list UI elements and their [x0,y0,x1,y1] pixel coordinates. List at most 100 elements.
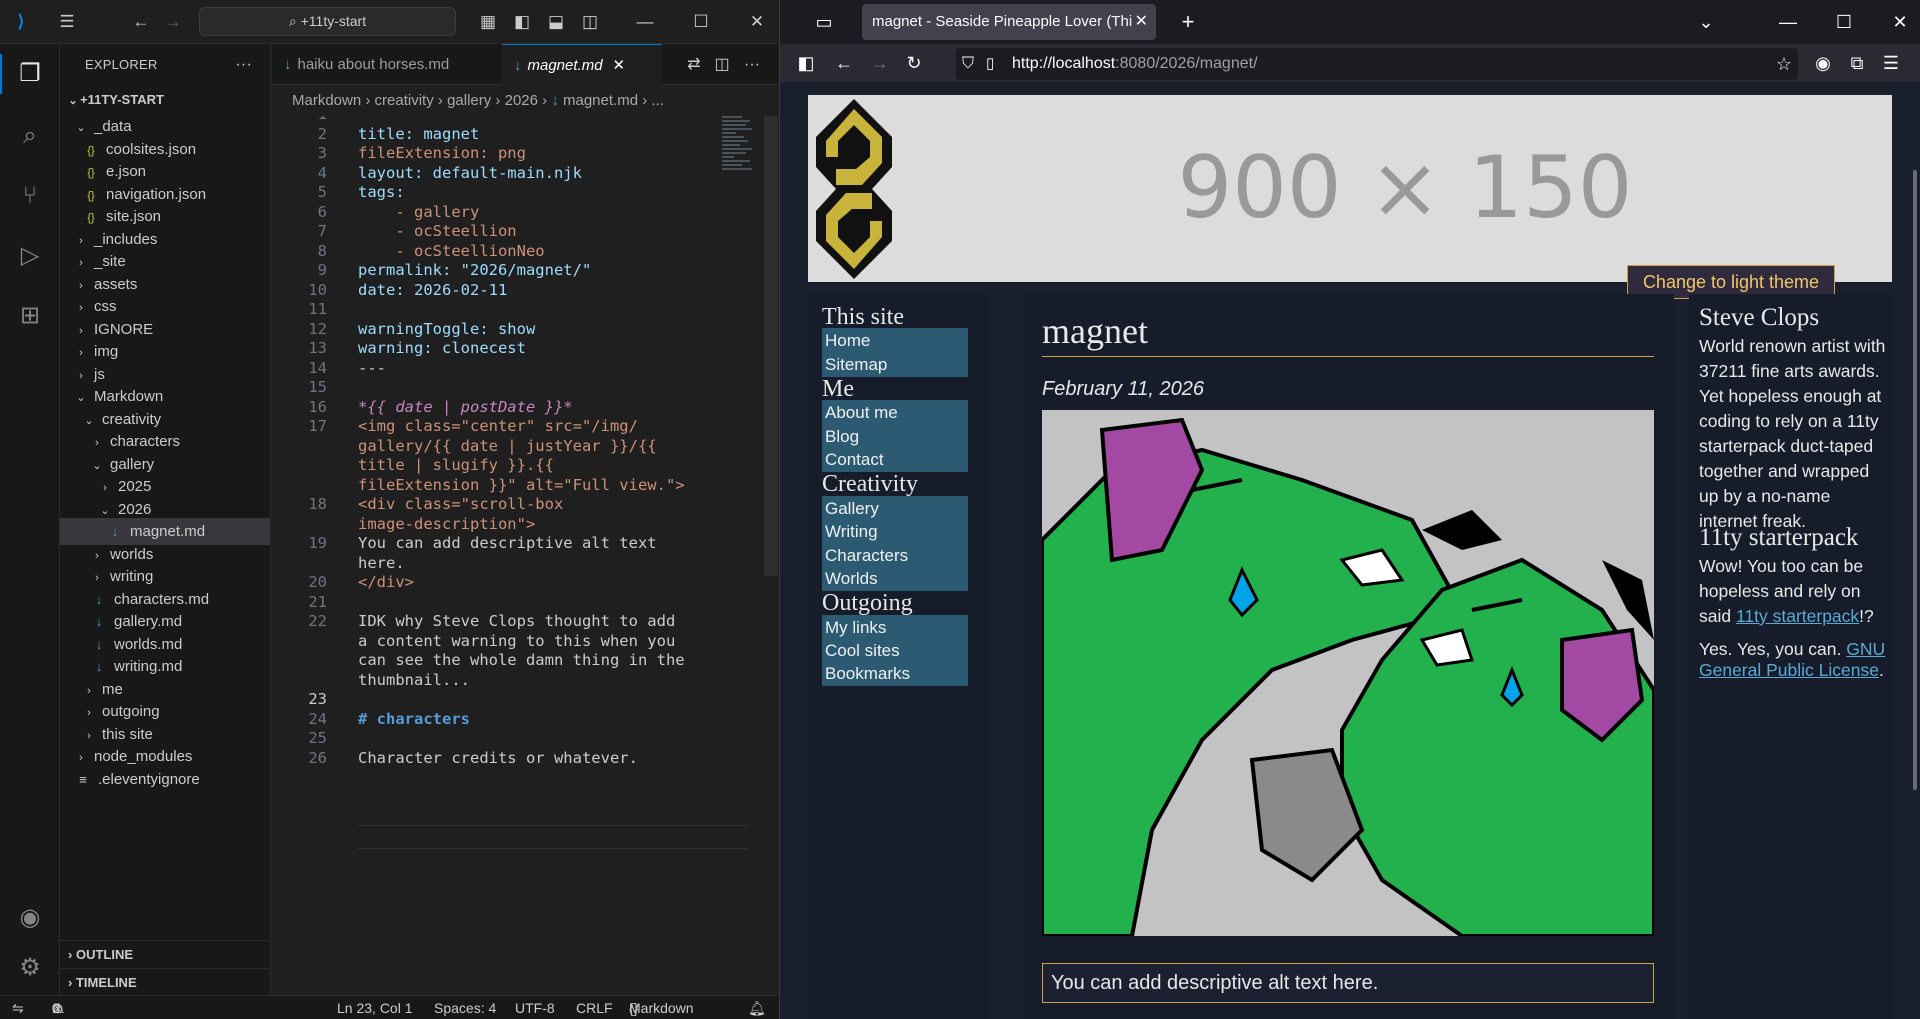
image-description-box[interactable]: You can add descriptive alt text here. [1042,963,1654,1003]
nav-link-sitemap[interactable]: Sitemap [822,352,968,377]
tree-root-folder[interactable]: ⌄ +11TY-START [60,86,270,113]
minimize-icon[interactable]: — [634,11,656,33]
close-icon[interactable]: ✕ [1888,11,1912,33]
more-actions-icon[interactable]: ··· [235,44,252,85]
tab-magnet[interactable]: ↓ magnet.md ✕ [502,44,662,85]
nav-link-home[interactable]: Home [822,328,968,353]
cursor-position[interactable]: Ln 23, Col 1 [337,996,413,1019]
sidebar-column: Steve Clops World renown artist with 372… [1689,294,1893,1019]
account-icon[interactable]: ◉ [1811,52,1835,74]
nav-link-cool-sites[interactable]: Cool sites [822,638,968,663]
split-editor-icon[interactable]: ◫ [710,54,734,76]
breadcrumb-item[interactable]: 2026 [505,92,538,109]
new-tab-icon[interactable]: + [1176,11,1200,33]
command-center-search[interactable]: ⌕ +11ty-start [199,7,456,36]
explorer-header: EXPLORER ··· [60,44,270,85]
notifications-bell-icon[interactable]: 🔔︎ [748,996,766,1019]
firefox-window: ▭ magnet - Seaside Pineapple Lover (Thi ✕… [779,0,1920,1019]
toggle-secondary-sidebar-icon[interactable]: ◫ [579,11,601,33]
extensions-icon[interactable]: ⊞ [14,300,46,332]
site-banner: 900 × 150 [808,95,1892,282]
account-icon[interactable]: ◉ [14,902,46,934]
minimap[interactable] [722,116,756,186]
sidebar-license-text: Yes. Yes, you can. GNU General Public Li… [1699,639,1886,680]
extensions-icon[interactable]: ⧉ [1845,52,1869,74]
markdown-file-icon: ↓ [514,57,522,74]
tab-haiku[interactable]: ↓ haiku about horses.md [272,44,502,85]
nav-heading: Creativity [822,471,918,497]
forward-arrow-icon[interactable]: → [162,11,184,33]
editor-scrollbar[interactable] [764,116,778,576]
nav-link-gallery[interactable]: Gallery [822,496,968,521]
nav-heading: This site [822,304,904,330]
indentation[interactable]: Spaces: 4 [434,996,496,1019]
maximize-icon[interactable]: ☐ [690,11,712,33]
toggle-sidebar-icon[interactable]: ◧ [511,11,533,33]
customize-layout-icon[interactable]: ▦ [477,11,499,33]
minimize-icon[interactable]: — [1776,11,1800,33]
line-ending[interactable]: CRLF [576,996,613,1019]
nav-link-bookmarks[interactable]: Bookmarks [822,661,968,686]
breadcrumb-item[interactable]: ... [651,92,664,109]
nav-link-about[interactable]: About me [822,400,968,425]
encoding[interactable]: UTF-8 [515,996,555,1019]
vscode-titlebar: ⟩ ☰ ← → ⌕ +11ty-start ▦ ◧ ⬓ ◫ — ☐ ✕ [0,0,778,44]
open-changes-icon[interactable]: ⇄ [682,54,706,76]
source-control-icon[interactable]: ⑂ [14,180,46,212]
nav-link-blog[interactable]: Blog [822,424,968,449]
toggle-panel-icon[interactable]: ⬓ [545,11,567,33]
sidebar-toggle-icon[interactable]: ◧ [794,52,818,74]
bookmark-star-icon[interactable]: ☆ [1776,48,1792,80]
activity-bar: ❐ ⌕ ⑂ ▷ ⊞ ◉ ⚙ [0,44,60,995]
breadcrumb-item[interactable]: gallery [447,92,491,109]
page-scrollbar[interactable] [1913,170,1917,790]
reload-icon[interactable]: ↻ [902,52,926,74]
browser-tab-active[interactable]: magnet - Seaside Pineapple Lover (Thi ✕ [862,4,1156,40]
nav-link-worlds[interactable]: Worlds [822,566,968,591]
nav-heading: Me [822,376,854,402]
back-arrow-icon[interactable]: ← [130,11,152,33]
remote-icon[interactable]: ⇋ [12,996,24,1019]
tab-overview-icon[interactable]: ▭ [812,11,836,33]
close-icon[interactable]: ✕ [746,11,768,33]
url-bar[interactable]: ⛉ ▯ http://localhost:8080/2026/magnet/ ☆ [956,48,1798,80]
status-bar: ⇋ ⊗ 0 ⚠ 0 Ln 23, Col 1 Spaces: 4 UTF-8 C… [0,995,778,1019]
nav-link-characters[interactable]: Characters [822,543,968,568]
close-tab-icon[interactable]: ✕ [613,57,626,74]
explorer-icon[interactable]: ❐ [14,58,46,90]
gallery-artwork-image[interactable] [1042,410,1654,936]
site-logo[interactable] [812,97,896,281]
site-navigation: This site Home Sitemap Me About me Blog … [808,294,988,1019]
breadcrumb-item[interactable]: Markdown [292,92,361,109]
close-tab-icon[interactable]: ✕ [1135,4,1148,40]
maximize-icon[interactable]: ☐ [1832,11,1856,33]
page-title: magnet [1042,311,1148,351]
more-actions-icon[interactable]: ··· [740,54,764,76]
run-debug-icon[interactable]: ▷ [14,240,46,272]
tree-item[interactable]: ≡ .eleventyignore [60,766,270,793]
app-menu-icon[interactable]: ☰ [1879,52,1903,74]
nav-link-my-links[interactable]: My links [822,615,968,640]
starterpack-link[interactable]: 11ty starterpack [1736,606,1859,626]
search-icon[interactable]: ⌕ [14,120,46,152]
breadcrumb-item[interactable]: magnet.md [563,92,638,109]
title-divider [1042,356,1654,357]
code-line: Character credits or whatever. [358,748,638,767]
breadcrumb: Markdown › creativity › gallery › 2026 ›… [272,86,778,116]
menu-icon[interactable]: ☰ [56,11,78,33]
explorer-sidebar: EXPLORER ··· ⌄ +11TY-START ⌄ _data{} coolsit… [60,44,271,995]
markdown-file-icon: ↓ [551,92,559,109]
outline-section[interactable]: › OUTLINE [60,940,270,967]
shield-icon[interactable]: ⛉ [962,48,974,80]
code-editor[interactable]: 1234567891011121314151617181920212223242… [272,116,778,995]
settings-gear-icon[interactable]: ⚙ [14,952,46,984]
nav-link-contact[interactable]: Contact [822,447,968,472]
timeline-section[interactable]: › TIMELINE [60,968,270,995]
back-arrow-icon[interactable]: ← [832,52,856,74]
forward-arrow-icon[interactable]: → [868,52,892,74]
breadcrumb-item[interactable]: creativity [375,92,434,109]
page-icon: ▯ [986,55,995,72]
list-all-tabs-icon[interactable]: ⌄ [1694,11,1718,33]
sidebar-starterpack-text: Wow! You too can be hopeless and rely on… [1699,556,1874,626]
nav-link-writing[interactable]: Writing [822,519,968,544]
